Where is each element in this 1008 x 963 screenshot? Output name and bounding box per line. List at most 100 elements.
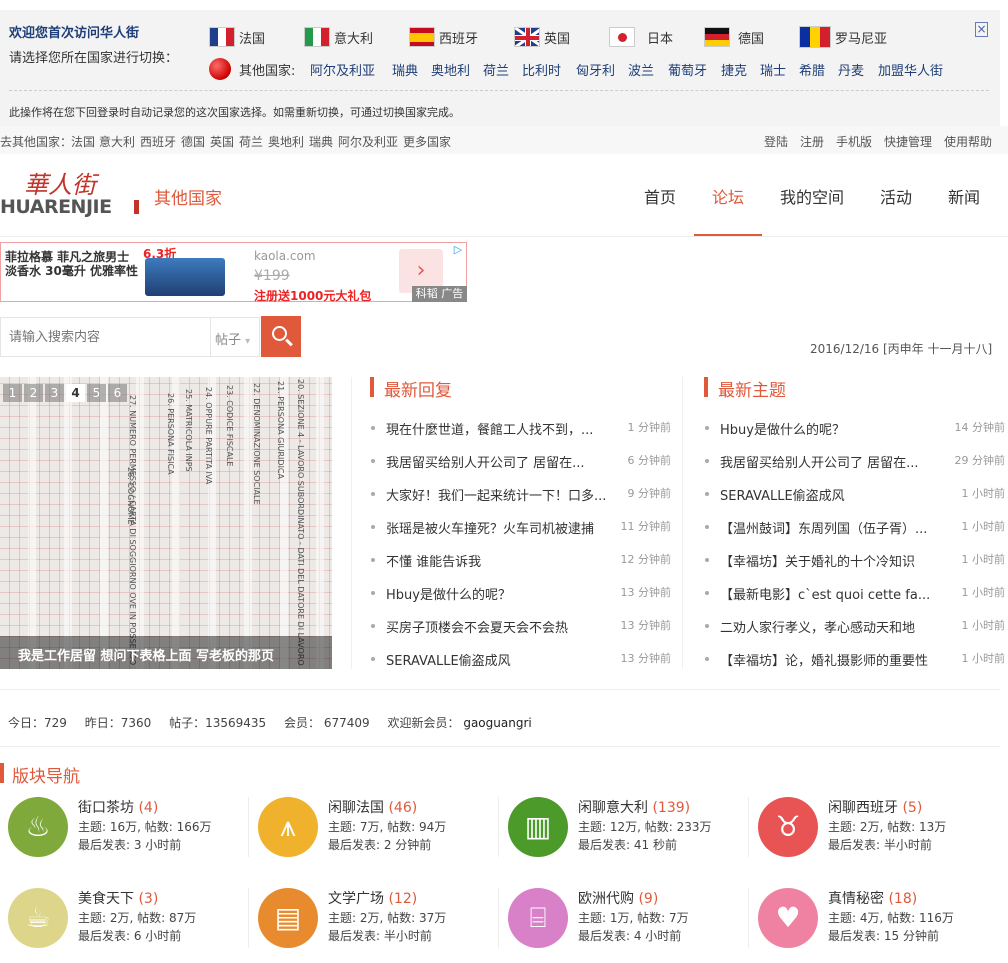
country-romania[interactable]: 罗马尼亚: [799, 25, 887, 49]
nav-forum[interactable]: 论坛: [712, 184, 744, 208]
other-country-link[interactable]: 瑞士: [760, 60, 786, 79]
slide-dot[interactable]: 2: [24, 384, 43, 402]
country-france[interactable]: 法国: [209, 25, 265, 49]
other-country-link[interactable]: 葡萄牙: [668, 60, 707, 79]
board-item[interactable]: ▤ 文学广场 (12) 主题: 2万, 帖数: 37万 最后发表: 半小时前: [258, 888, 498, 958]
list-item[interactable]: 我居留买给别人开公司了 居留在... 29 分钟前: [705, 452, 1005, 474]
list-item[interactable]: 【幸福坊】关于婚礼的十个冷知识 1 小时前: [705, 551, 1005, 573]
board-name-link[interactable]: 美食天下 (3): [78, 888, 158, 908]
perfume-image[interactable]: [145, 258, 225, 296]
thread-title-link[interactable]: 【最新电影】c`est quoi cette fa...: [720, 584, 946, 603]
country-germany[interactable]: 德国: [704, 25, 764, 49]
heart-lock-icon[interactable]: ♥: [758, 888, 818, 948]
register-link[interactable]: 注册: [800, 133, 824, 150]
topbar-country-link[interactable]: 德国: [181, 133, 205, 150]
topbar-country-link[interactable]: 英国: [210, 133, 234, 150]
country-uk[interactable]: 英国: [514, 25, 570, 49]
ad-promo[interactable]: 注册送1000元大礼包: [254, 287, 371, 304]
country-italy[interactable]: 意大利: [304, 25, 373, 49]
board-item[interactable]: ♉ 闲聊西班牙 (5) 主题: 2万, 帖数: 13万 最后发表: 半小时前: [758, 797, 998, 867]
topbar-country-link[interactable]: 西班牙: [140, 133, 176, 150]
topbar-more-countries-link[interactable]: 更多国家: [403, 133, 451, 150]
slide-dot[interactable]: 6: [108, 384, 127, 402]
login-link[interactable]: 登陆: [764, 133, 788, 150]
board-item[interactable]: ⌸ 欧洲代购 (9) 主题: 1万, 帖数: 7万 最后发表: 4 小时前: [508, 888, 748, 958]
list-item[interactable]: SERAVALLE偷盗成风 1 小时前: [705, 485, 1005, 507]
shopping-bag-icon[interactable]: ⌸: [508, 888, 568, 948]
slide-dot[interactable]: 1: [3, 384, 22, 402]
pisa-tower-icon[interactable]: ▥: [508, 797, 568, 857]
list-item[interactable]: 【温州鼓词】东周列国（伍子胥）... 1 小时前: [705, 518, 1005, 540]
board-name-link[interactable]: 文学广场 (12): [328, 888, 417, 908]
slideshow-image[interactable]: 27. NUMERO PERMESSO / CARTA DI SOGGIORNO…: [0, 377, 332, 669]
list-item[interactable]: 不懂 谁能告诉我 12 分钟前: [371, 551, 671, 573]
logo-chinese[interactable]: 華人街: [24, 165, 96, 200]
eiffel-tower-icon[interactable]: ⩚: [258, 797, 318, 857]
thread-title-link[interactable]: SERAVALLE偷盗成风: [720, 485, 946, 504]
other-country-link[interactable]: 荷兰: [483, 60, 509, 79]
board-item[interactable]: ☕ 美食天下 (3) 主题: 2万, 帖数: 87万 最后发表: 6 小时前: [8, 888, 248, 958]
board-item[interactable]: ⩚ 闲聊法国 (46) 主题: 7万, 帖数: 94万 最后发表: 2 分钟前: [258, 797, 498, 867]
board-name-link[interactable]: 闲聊西班牙 (5): [828, 797, 922, 817]
ad-text[interactable]: 菲拉格慕 菲凡之旅男士淡香水 30毫升 优雅率性: [5, 250, 140, 278]
list-item[interactable]: 【最新电影】c`est quoi cette fa... 1 小时前: [705, 584, 1005, 606]
topbar-country-link[interactable]: 法国: [71, 133, 95, 150]
slide-dot[interactable]: 5: [87, 384, 106, 402]
coffee-cup-icon[interactable]: ☕: [8, 888, 68, 948]
slide-dot[interactable]: 3: [45, 384, 64, 402]
list-item[interactable]: 我居留买给别人开公司了 居留在... 6 分钟前: [371, 452, 671, 474]
thread-title-link[interactable]: 我居留买给别人开公司了 居留在...: [720, 452, 946, 471]
slide-caption[interactable]: 我是工作居留 想问下表格上面 写老板的那页: [18, 645, 274, 664]
thread-title-link[interactable]: 【温州鼓词】东周列国（伍子胥）...: [720, 518, 946, 537]
board-name-link[interactable]: 真情秘密 (18): [828, 888, 917, 908]
help-link[interactable]: 使用帮助: [944, 133, 992, 150]
board-name-link[interactable]: 街口茶坊 (4): [78, 797, 158, 817]
list-item[interactable]: 买房子顶楼会不会夏天会不会热 13 分钟前: [371, 617, 671, 639]
thread-title-link[interactable]: Hbuy是做什么的呢？: [386, 584, 612, 603]
book-icon[interactable]: ▤: [258, 888, 318, 948]
thread-title-link[interactable]: 現在什麼世道，餐館工人找不到，...: [386, 419, 612, 438]
topbar-country-link[interactable]: 奥地利: [268, 133, 304, 150]
search-input[interactable]: [0, 317, 210, 357]
other-country-link[interactable]: 波兰: [628, 60, 654, 79]
nav-news[interactable]: 新闻: [948, 184, 980, 208]
search-type-select[interactable]: 帖子 ▾: [215, 329, 250, 348]
thread-title-link[interactable]: 张瑶是被火车撞死？火车司机被逮捕: [386, 518, 612, 537]
other-country-link[interactable]: 奥地利: [431, 60, 470, 79]
other-country-link[interactable]: 匈牙利: [576, 60, 615, 79]
teapot-icon[interactable]: ♨: [8, 797, 68, 857]
list-item[interactable]: SERAVALLE偷盗成风 13 分钟前: [371, 650, 671, 672]
new-member-link[interactable]: gaoguangri: [463, 716, 531, 730]
other-country-link[interactable]: 瑞典: [392, 60, 418, 79]
topbar-country-link[interactable]: 瑞典: [309, 133, 333, 150]
thread-title-link[interactable]: 我居留买给别人开公司了 居留在...: [386, 452, 612, 471]
topbar-country-link[interactable]: 意大利: [99, 133, 135, 150]
other-country-link[interactable]: 比利时: [522, 60, 561, 79]
quick-manage-link[interactable]: 快捷管理: [884, 133, 932, 150]
board-item[interactable]: ▥ 闲聊意大利 (139) 主题: 12万, 帖数: 233万 最后发表: 41 秒前: [508, 797, 748, 867]
other-country-link[interactable]: 捷克: [721, 60, 747, 79]
list-item[interactable]: 大家好！我们一起来统计一下！口多... 9 分钟前: [371, 485, 671, 507]
other-country-link[interactable]: 阿尔及利亚: [310, 60, 375, 79]
country-spain[interactable]: 西班牙: [409, 25, 478, 49]
nav-activity[interactable]: 活动: [880, 184, 912, 208]
thread-title-link[interactable]: 【幸福坊】论，婚礼摄影师的重要性: [720, 650, 946, 669]
board-name-link[interactable]: 欧洲代购 (9): [578, 888, 658, 908]
mobile-version-link[interactable]: 手机版: [836, 133, 872, 150]
list-item[interactable]: Hbuy是做什么的呢？ 14 分钟前: [705, 419, 1005, 441]
site-name[interactable]: 其他国家: [154, 184, 222, 209]
board-item[interactable]: ♨ 街口茶坊 (4) 主题: 16万, 帖数: 166万 最后发表: 3 小时前: [8, 797, 248, 867]
bull-icon[interactable]: ♉: [758, 797, 818, 857]
topbar-country-link[interactable]: 阿尔及利亚: [338, 133, 398, 150]
board-name-link[interactable]: 闲聊意大利 (139): [578, 797, 690, 817]
list-item[interactable]: Hbuy是做什么的呢？ 13 分钟前: [371, 584, 671, 606]
other-country-link[interactable]: 希腊: [799, 60, 825, 79]
nav-my-space[interactable]: 我的空间: [780, 184, 844, 208]
board-name-link[interactable]: 闲聊法国 (46): [328, 797, 417, 817]
list-item[interactable]: 二劝人家行孝义，孝心感动天和地 1 小时前: [705, 617, 1005, 639]
thread-title-link[interactable]: 大家好！我们一起来统计一下！口多...: [386, 485, 612, 504]
country-japan[interactable]: 日本: [609, 25, 673, 49]
thread-title-link[interactable]: 不懂 谁能告诉我: [386, 551, 612, 570]
thread-title-link[interactable]: SERAVALLE偷盗成风: [386, 650, 612, 669]
thread-title-link[interactable]: 二劝人家行孝义，孝心感动天和地: [720, 617, 946, 636]
